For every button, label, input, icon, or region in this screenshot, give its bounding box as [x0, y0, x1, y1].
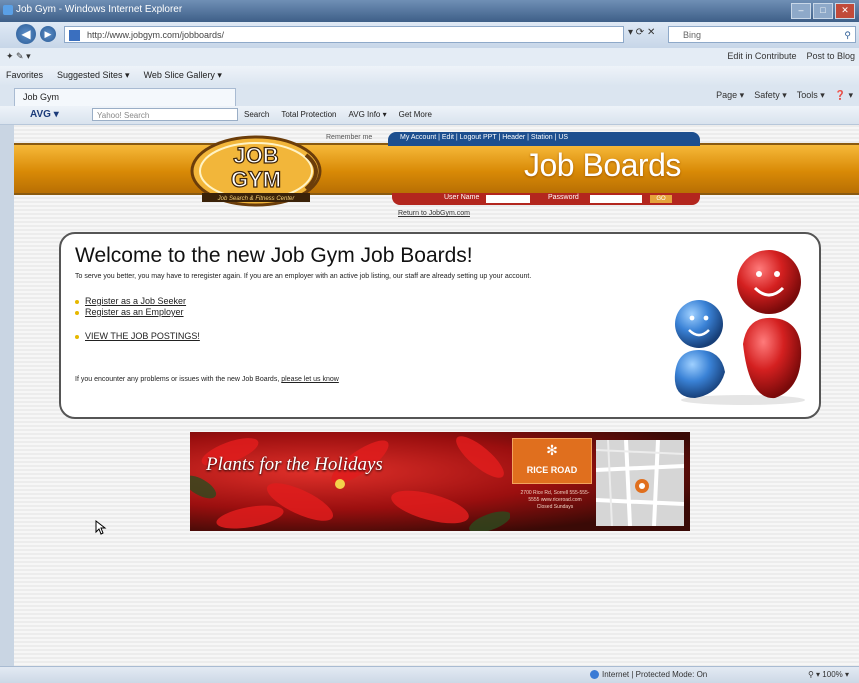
- post-to-blog-button[interactable]: Post to Blog: [806, 51, 855, 61]
- return-link[interactable]: Return to JobGym.com: [398, 210, 470, 217]
- favorites-button[interactable]: Favorites: [6, 70, 43, 81]
- mouse-cursor-icon: [95, 519, 107, 535]
- site-header-band: [14, 143, 859, 195]
- refresh-stop-buttons[interactable]: ▾ ⟳ ✕: [628, 27, 655, 38]
- register-employer-link[interactable]: Register as an Employer: [75, 307, 184, 317]
- rice-road-banner-ad[interactable]: Plants for the Holidays ✻ RICE ROAD 2700…: [190, 432, 690, 531]
- edit-in-contribute-button[interactable]: Edit in Contribute: [727, 51, 796, 61]
- window-left-edge: [0, 125, 14, 666]
- zoom-control[interactable]: ⚲ ▾ 100% ▾: [808, 670, 849, 679]
- window-controls: – □ ✕: [791, 3, 855, 19]
- username-label: User Name: [444, 194, 480, 201]
- avg-search-input[interactable]: Yahoo! Search: [92, 108, 238, 121]
- status-bar: Internet | Protected Mode: On ⚲ ▾ 100% ▾: [0, 666, 859, 683]
- avg-info-button[interactable]: AVG Info ▾: [349, 110, 387, 119]
- welcome-heading: Welcome to the new Job Gym Job Boards!: [75, 244, 473, 267]
- window-title: Job Gym - Windows Internet Explorer: [16, 4, 183, 15]
- register-job-seeker-link[interactable]: Register as a Job Seeker: [75, 296, 186, 306]
- tools-menu[interactable]: Tools ▾: [797, 90, 825, 101]
- page-menu[interactable]: Page ▾: [716, 90, 744, 101]
- welcome-intro: To serve you better, you may have to rer…: [75, 273, 532, 280]
- banner-tagline: Plants for the Holidays: [206, 454, 383, 475]
- favorites-bar: Favorites Suggested Sites ▾ Web Slice Ga…: [0, 66, 859, 87]
- register-job-seeker-label: Register as a Job Seeker: [85, 296, 187, 306]
- suggested-sites-button[interactable]: Suggested Sites ▾: [57, 70, 130, 81]
- address-toolbar: ◀ ▶ http://www.jobgym.com/jobboards/ ▾ ⟳…: [0, 22, 859, 48]
- location-map: [596, 440, 684, 526]
- ie-icon: [3, 5, 13, 15]
- username-field[interactable]: [486, 195, 530, 203]
- flower-icon: ✻: [546, 442, 558, 458]
- page-title: Job Boards: [524, 147, 681, 183]
- maximize-button[interactable]: □: [813, 3, 833, 19]
- search-icon[interactable]: ⚲: [844, 27, 851, 44]
- close-button[interactable]: ✕: [835, 3, 855, 19]
- globe-icon: [590, 670, 599, 680]
- bullet-icon: [75, 299, 79, 304]
- web-slice-gallery-button[interactable]: Web Slice Gallery ▾: [144, 70, 222, 81]
- password-field[interactable]: [590, 195, 642, 203]
- login-bar: User Name Password GO: [392, 193, 700, 205]
- view-job-postings-label: VIEW THE JOB POSTINGS!: [85, 331, 200, 341]
- avg-tools: Search Total Protection AVG Info ▾ Get M…: [244, 110, 432, 119]
- welcome-panel: Welcome to the new Job Gym Job Boards! T…: [59, 232, 821, 419]
- rice-road-name: RICE ROAD: [526, 465, 578, 475]
- remember-me[interactable]: Remember me: [326, 134, 372, 141]
- bullet-icon: [75, 334, 79, 339]
- total-protection-button[interactable]: Total Protection: [281, 110, 336, 119]
- avg-toolbar: AVG ▾ Yahoo! Search Search Total Protect…: [0, 106, 859, 125]
- logo-line-2: GYM: [231, 167, 281, 192]
- smiley-people-illustration: [674, 250, 805, 405]
- avg-logo[interactable]: AVG ▾: [30, 109, 59, 120]
- tab-row: Job Gym Page ▾ Safety ▾ Tools ▾ ❓ ▾: [0, 86, 859, 107]
- command-bar: Page ▾ Safety ▾ Tools ▾ ❓ ▾: [716, 90, 853, 101]
- back-button[interactable]: ◀: [16, 24, 36, 44]
- bullet-icon: [75, 310, 79, 315]
- blue-smiley-head: [675, 300, 723, 348]
- address-url: http://www.jobgym.com/jobboards/: [87, 30, 225, 40]
- logo-line-1: JOB: [233, 143, 278, 168]
- security-zone-label: Internet | Protected Mode: On: [602, 670, 708, 679]
- account-links[interactable]: My Account | Edit | Logout PPT | Header …: [400, 134, 568, 141]
- welcome-footer-text: If you encounter any problems or issues …: [75, 376, 282, 383]
- logo-tagline: Job Search & Fitness Center: [217, 196, 296, 202]
- poinsettia-image: [190, 436, 510, 531]
- get-more-button[interactable]: Get More: [399, 110, 432, 119]
- address-input[interactable]: http://www.jobgym.com/jobboards/: [64, 26, 624, 43]
- forward-button[interactable]: ▶: [40, 26, 56, 42]
- search-placeholder: Bing: [683, 30, 702, 40]
- contact-us-link[interactable]: please let us know: [281, 376, 339, 383]
- register-employer-label: Register as an Employer: [85, 307, 184, 317]
- job-gym-logo[interactable]: JOB GYM Job Search & Fitness Center: [188, 131, 328, 209]
- favorites-items: Favorites Suggested Sites ▾ Web Slice Ga…: [6, 70, 222, 81]
- safety-menu[interactable]: Safety ▾: [754, 90, 787, 101]
- help-menu[interactable]: ❓ ▾: [835, 90, 853, 101]
- minimize-button[interactable]: –: [791, 3, 811, 19]
- view-job-postings-link[interactable]: VIEW THE JOB POSTINGS!: [75, 331, 200, 341]
- rice-road-logo: ✻ RICE ROAD: [512, 438, 592, 484]
- browser-window: Job Gym - Windows Internet Explorer – □ …: [0, 0, 859, 683]
- red-smiley-body: [743, 317, 802, 399]
- page-content: Remember me My Account | Edit | Logout P…: [14, 125, 859, 666]
- command-row: ✦ ✎ ▾ Edit in Contribute Post to Blog: [0, 48, 859, 67]
- title-bar: Job Gym - Windows Internet Explorer – □ …: [0, 0, 859, 22]
- menu-left-tools[interactable]: ✦ ✎ ▾: [6, 51, 31, 62]
- search-input[interactable]: Bing ⚲: [668, 26, 856, 43]
- avg-search-placeholder: Yahoo! Search: [97, 111, 150, 120]
- tab-job-gym[interactable]: Job Gym: [14, 88, 236, 106]
- security-zone[interactable]: Internet | Protected Mode: On: [590, 670, 708, 680]
- welcome-footer: If you encounter any problems or issues …: [75, 376, 339, 383]
- red-smiley-head: [737, 250, 801, 314]
- banner-address: 2700 Rice Rd, Sorrell 555-555-5555 www.r…: [520, 490, 590, 510]
- password-label: Password: [548, 194, 579, 201]
- menu-right-tools: Edit in Contribute Post to Blog: [727, 51, 855, 61]
- page-favicon: [69, 30, 80, 41]
- blue-smiley-body: [674, 350, 725, 398]
- avg-search-button[interactable]: Search: [244, 110, 269, 119]
- login-go-button[interactable]: GO: [650, 195, 672, 203]
